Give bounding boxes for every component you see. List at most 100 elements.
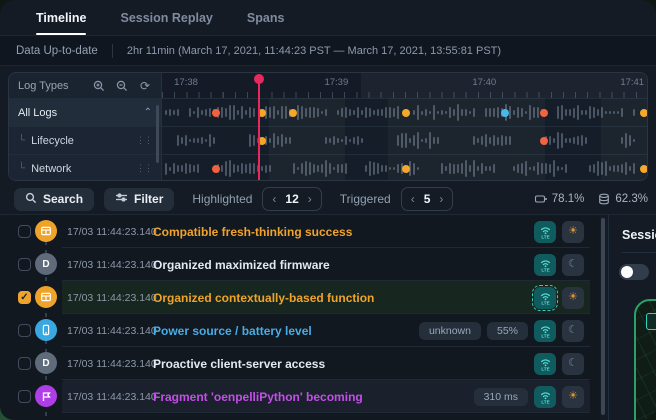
log-type-flag-icon [35,385,57,407]
log-title[interactable]: Fragment 'oenpelliPython' becoming [153,390,363,404]
stepper-prev-icon[interactable]: ‹ [411,193,415,205]
network-lte-button[interactable]: LTE [534,254,556,276]
event-marker-dot[interactable] [540,109,548,117]
log-list-scrollbar[interactable] [601,218,605,415]
log-row-checkbox[interactable] [18,390,31,403]
app-window: TimelineSession ReplaySpans Data Up-to-d… [0,0,656,420]
log-row-checkbox[interactable] [18,324,31,337]
drag-handle-icon[interactable]: ⋮⋮ [136,163,152,174]
refresh-icon[interactable]: ⟳ [138,79,152,93]
waveform-bar [605,111,607,115]
event-marker-dot[interactable] [212,109,220,117]
waveform-bar [505,136,507,145]
moon-icon[interactable]: ☾ [562,254,584,276]
waveform-bar [353,110,355,115]
tab-session-replay[interactable]: Session Replay [120,0,212,35]
svg-text:LTE: LTE [541,399,549,404]
drag-handle-icon[interactable]: ⋮⋮ [136,135,152,146]
waveform-bar [305,161,307,176]
waveform-bar [317,108,319,117]
log-title[interactable]: Power source / battery level [153,324,312,338]
waveform-bar [185,135,187,146]
waveform-bar [581,135,583,146]
moon-icon[interactable]: ☾ [562,320,584,342]
waveform-bar [185,163,187,174]
log-row[interactable]: D17/03 11:44:23.140Organized maximized f… [0,248,600,281]
log-row-checkbox[interactable] [18,357,31,370]
waveform-bar [197,138,199,143]
network-lte-button[interactable]: LTE [534,353,556,375]
playhead[interactable] [258,75,260,180]
chevron-up-icon[interactable]: ⌃ [144,107,152,118]
zoom-out-icon[interactable] [115,79,129,93]
waveform-bar [629,166,631,171]
session-replay-device-preview[interactable] [634,299,656,420]
log-row-actions: LTE ☀ [534,221,584,243]
sun-icon[interactable]: ☀ [562,287,584,309]
filter-button[interactable]: Filter [104,188,174,211]
event-marker-dot[interactable] [540,137,548,145]
stepper-next-icon[interactable]: › [439,193,443,205]
log-type-window-icon [35,286,57,308]
waveform-bar [329,163,331,174]
log-type-lifecycle[interactable]: └ Lifecycle ⋮⋮ [9,126,161,154]
event-marker-dot[interactable] [289,109,297,117]
timeline-track-lifecycle[interactable] [162,126,647,154]
network-lte-button[interactable]: LTE [534,221,556,243]
waveform-bar [573,137,575,143]
waveform-bar [317,165,319,173]
search-button[interactable]: Search [14,188,94,211]
waveform-bar [197,107,199,117]
event-marker-dot[interactable] [402,109,410,117]
zoom-in-icon[interactable] [92,79,106,93]
moon-icon[interactable]: ☾ [562,353,584,375]
waveform-bar [245,164,247,174]
log-types-scrollbar[interactable] [156,105,159,163]
log-title[interactable]: Organized maximized firmware [153,258,330,272]
network-lte-button[interactable]: LTE [534,386,556,408]
waveform-bar [333,167,335,171]
log-row[interactable]: 17/03 11:44:23.140Power source / battery… [0,314,600,347]
log-title[interactable]: Compatible fresh-thinking success [153,225,352,239]
network-lte-button[interactable]: LTE [534,287,556,309]
event-marker-dot[interactable] [640,109,647,117]
log-row[interactable]: D17/03 11:44:23.140Proactive client-serv… [0,347,600,380]
log-title[interactable]: Organized contextually-based function [153,291,374,305]
waveform-bar [313,164,315,174]
waveform-bar [553,160,555,178]
log-type-all-logs[interactable]: All Logs ⌃ [9,98,161,126]
tab-timeline[interactable]: Timeline [36,0,86,35]
log-row[interactable]: 17/03 11:44:23.140Fragment 'oenpelliPyth… [0,380,600,413]
log-row[interactable]: ✓17/03 11:44:23.140Organized contextuall… [0,281,600,314]
event-marker-dot[interactable] [212,165,220,173]
event-marker-dot[interactable] [402,165,410,173]
stepper-prev-icon[interactable]: ‹ [272,193,276,205]
session-toggle[interactable] [619,264,649,280]
log-type-network[interactable]: └ Network ⋮⋮ [9,154,161,181]
waveform-bar [569,109,571,117]
network-lte-button[interactable]: LTE [534,320,556,342]
waveform-bar [621,108,623,117]
timeline-track-network[interactable] [162,154,647,180]
log-row-checkbox[interactable]: ✓ [18,291,31,304]
sun-icon[interactable]: ☀ [562,221,584,243]
stepper-next-icon[interactable]: › [308,193,312,205]
waveform-bar [225,161,227,177]
waveform-bar [537,162,539,174]
svg-text:LTE: LTE [541,366,549,371]
waveform-bar [369,108,371,118]
log-title[interactable]: Proactive client-server access [153,357,325,371]
log-row-checkbox[interactable] [18,258,31,271]
event-marker-dot[interactable] [501,109,509,117]
log-row-checkbox[interactable] [18,225,31,238]
waveform-bar [293,163,295,174]
timeline-ruler[interactable]: 17:3817:3917:4017:41 [162,73,647,98]
sun-icon[interactable]: ☀ [562,386,584,408]
tab-spans[interactable]: Spans [247,0,285,35]
log-type-window-icon [35,220,57,242]
event-marker-dot[interactable] [640,165,647,173]
waveform-bar [493,164,495,173]
waveform-bar [269,165,271,172]
log-row[interactable]: 17/03 11:44:23.140Compatible fresh-think… [0,215,600,248]
timeline-track-all-logs[interactable] [162,98,647,126]
